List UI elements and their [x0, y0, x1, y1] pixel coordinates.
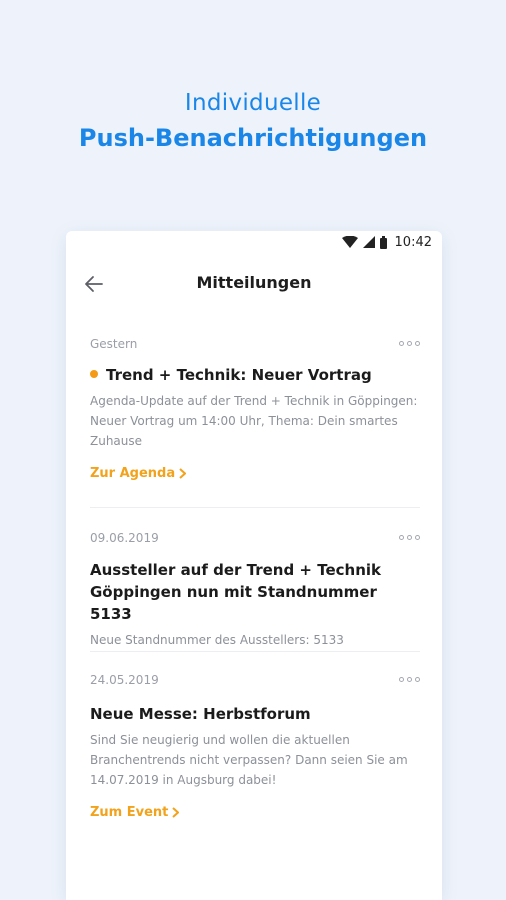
notification-date: 09.06.2019	[90, 531, 159, 545]
event-link-label: Zum Event	[90, 805, 169, 820]
notification-title: Aussteller auf der Trend + Technik Göppi…	[90, 561, 382, 623]
agenda-link-label: Zur Agenda	[90, 466, 176, 481]
notification-item[interactable]: 24.05.2019 Neue Messe: Herbstforum Sind …	[90, 673, 420, 820]
event-link[interactable]: Zum Event	[90, 805, 180, 820]
status-bar: 10:42	[341, 231, 432, 253]
notification-item[interactable]: Gestern Trend + Technik: Neuer Vortrag A…	[90, 337, 420, 481]
signal-icon	[362, 236, 375, 248]
more-options-icon[interactable]	[399, 535, 420, 540]
more-options-icon[interactable]	[399, 341, 420, 346]
unread-dot	[90, 369, 98, 378]
more-options-icon[interactable]	[399, 677, 420, 682]
wifi-icon	[341, 236, 358, 248]
divider	[90, 507, 420, 508]
phone-screen: 10:42 Mitteilungen Gestern Trend + Techn…	[66, 231, 442, 900]
notification-title-text: Trend + Technik: Neuer Vortrag	[106, 366, 372, 384]
notification-item[interactable]: 09.06.2019 Aussteller auf der Trend + Te…	[90, 531, 420, 650]
status-time: 10:42	[394, 234, 432, 250]
notification-date: 24.05.2019	[90, 673, 159, 687]
page-title: Mitteilungen	[196, 273, 312, 292]
notification-body: Neue Standnummer des Ausstellers: 5133	[90, 633, 344, 647]
battery-icon	[379, 235, 387, 249]
headline-line-1: Individuelle	[184, 90, 322, 116]
notification-title: Neue Messe: Herbstforum	[90, 705, 311, 723]
notification-date: Gestern	[90, 337, 138, 351]
chevron-right-icon	[179, 468, 187, 479]
promo-headline: Individuelle Push-Benachrichtigungen	[0, 86, 506, 156]
headline-line-2: Push-Benachrichtigungen	[78, 124, 428, 152]
divider	[90, 651, 420, 652]
notification-body: Sind Sie neugierig und wollen die aktuel…	[90, 733, 408, 787]
agenda-link[interactable]: Zur Agenda	[90, 466, 187, 481]
app-bar: Mitteilungen	[66, 267, 442, 301]
notification-title: Trend + Technik: Neuer Vortrag	[90, 364, 420, 386]
notification-body: Agenda-Update auf der Trend + Technik in…	[90, 394, 418, 448]
chevron-right-icon	[172, 807, 180, 818]
